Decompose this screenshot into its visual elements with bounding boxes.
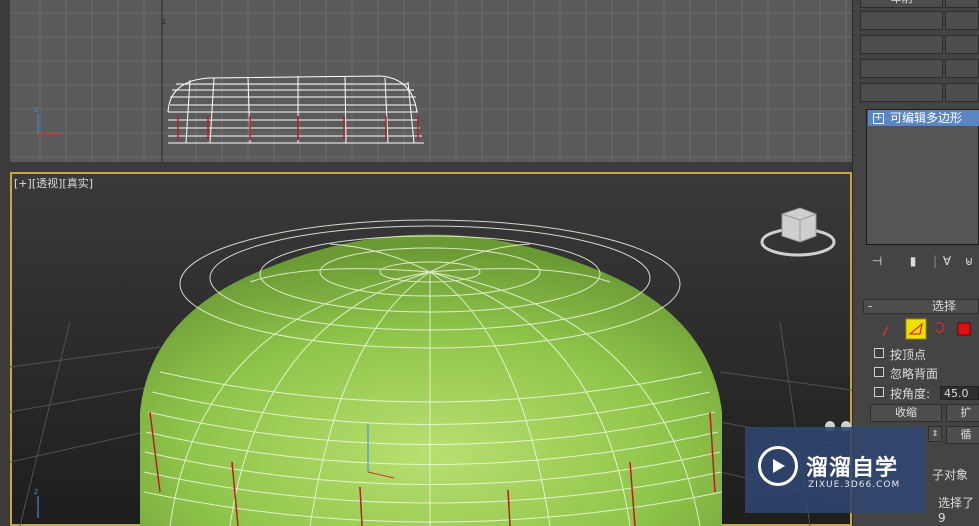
svg-text:z: z	[34, 105, 38, 114]
viewport-shading-menu[interactable]: [真实]	[62, 177, 93, 190]
subobject-icons	[870, 318, 979, 340]
left-toolbar-strip	[0, 0, 10, 526]
watermark-logo-icon	[758, 446, 798, 486]
selection-status: 选择了 9	[938, 496, 975, 525]
make-unique-icon[interactable]: ∀	[940, 254, 954, 268]
by-vertex-label: 按顶点	[890, 348, 927, 362]
front-viewport[interactable]: z z	[10, 0, 852, 162]
stack-tools-row: ⊣ ▮ | ∀ ⊌	[866, 252, 979, 272]
modifier-slot-button[interactable]	[860, 35, 943, 54]
show-end-result-icon[interactable]: ▮	[906, 254, 920, 268]
front-grid	[10, 0, 852, 162]
perspective-viewport[interactable]: z	[10, 172, 852, 526]
svg-text:z: z	[34, 487, 38, 496]
modifier-slot-button[interactable]	[945, 35, 979, 54]
ignore-backfacing-label: 忽略背面	[890, 367, 939, 381]
by-angle-label: 按角度:	[890, 387, 931, 401]
modifier-slot-button[interactable]	[945, 11, 979, 30]
modifier-button[interactable]	[945, 0, 979, 8]
perspective-viewport-canvas: z	[10, 207, 852, 526]
vertex-mode-icon[interactable]	[882, 325, 889, 336]
ignore-backfacing-checkbox[interactable]	[874, 367, 884, 377]
modifier-slot-button[interactable]	[945, 83, 979, 102]
modifier-stack[interactable]	[866, 109, 979, 245]
viewport-label[interactable]: [+][透视][真实]	[14, 175, 93, 191]
modifier-slot-button[interactable]	[860, 11, 943, 30]
element-mode-icon[interactable]	[957, 322, 971, 336]
watermark-url: ZIXUE.3D66.COM	[808, 480, 901, 490]
pin-stack-icon[interactable]: ⊣	[870, 254, 884, 268]
rollout-collapse-icon[interactable]: -	[868, 299, 872, 313]
modifier-slot-button[interactable]	[860, 59, 943, 78]
modifier-slot-button[interactable]	[860, 83, 943, 102]
viewport-view-menu[interactable]: [透视]	[32, 177, 63, 190]
viewcube-icon[interactable]	[760, 207, 836, 257]
subobject-label: 子对象	[932, 468, 969, 482]
rollout-title: 选择	[932, 299, 957, 313]
modifier-slot-button[interactable]	[945, 59, 979, 78]
by-angle-checkbox[interactable]	[874, 387, 884, 397]
perspective-axis-gizmo: z	[34, 487, 39, 518]
viewport-divider	[10, 162, 852, 172]
front-axis-label: z	[162, 17, 166, 26]
selection-rollout-header[interactable]: - 选择	[863, 299, 979, 314]
border-mode-icon[interactable]	[935, 322, 945, 334]
grow-button[interactable]: 扩	[946, 404, 979, 422]
angle-value-field[interactable]: 45.0	[940, 386, 979, 400]
shrink-button[interactable]: 收缩	[870, 404, 942, 422]
ring-spinner[interactable]: ⇕	[928, 426, 942, 442]
edge-mode-icon[interactable]	[905, 318, 927, 340]
stack-item-label: 可编辑多边形	[890, 111, 963, 125]
viewport-menu-plus[interactable]: [+]	[14, 177, 32, 190]
lathe-button[interactable]: 车削	[860, 0, 943, 8]
stack-item-editable-poly[interactable]: + 可编辑多边形	[868, 110, 979, 126]
by-vertex-checkbox[interactable]	[874, 348, 884, 358]
expand-plus-icon[interactable]: +	[873, 113, 884, 124]
watermark-title: 溜溜自学	[806, 456, 899, 481]
remove-modifier-icon[interactable]: ⊌	[962, 254, 976, 268]
front-viewport-canvas: z z	[10, 0, 852, 162]
loop-button[interactable]: 循	[946, 426, 979, 444]
